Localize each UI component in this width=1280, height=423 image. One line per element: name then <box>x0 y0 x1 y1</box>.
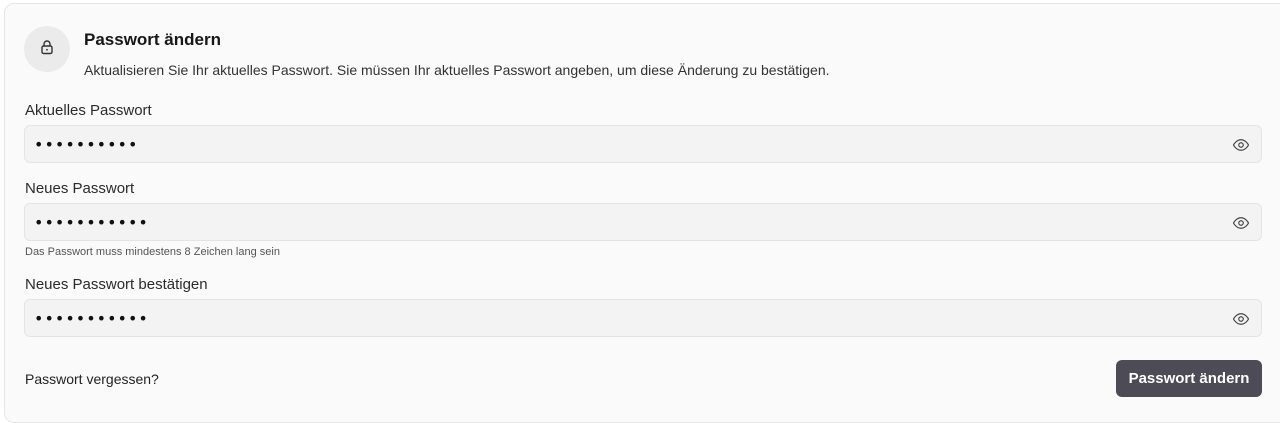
page-title: Passwort ändern <box>84 30 221 49</box>
lock-icon <box>39 39 55 60</box>
new-password-input[interactable] <box>25 204 1261 240</box>
eye-icon[interactable] <box>1231 135 1251 155</box>
page-description: Aktualisieren Sie Ihr aktuelles Passwort… <box>84 62 830 78</box>
lock-icon-badge <box>24 26 70 72</box>
confirm-password-label: Neues Passwort bestätigen <box>25 276 208 293</box>
new-password-field <box>24 203 1262 241</box>
confirm-password-field <box>24 299 1262 337</box>
new-password-label: Neues Passwort <box>25 180 135 197</box>
eye-icon[interactable] <box>1231 213 1251 233</box>
change-password-button[interactable]: Passwort ändern <box>1116 360 1262 397</box>
current-password-input[interactable] <box>25 126 1261 162</box>
password-hint: Das Passwort muss mindestens 8 Zeichen l… <box>25 246 280 258</box>
current-password-label: Aktuelles Passwort <box>25 102 152 119</box>
current-password-field <box>24 125 1262 163</box>
confirm-password-input[interactable] <box>25 300 1261 336</box>
eye-icon[interactable] <box>1231 309 1251 329</box>
forgot-password-link[interactable]: Passwort vergessen? <box>25 371 159 387</box>
